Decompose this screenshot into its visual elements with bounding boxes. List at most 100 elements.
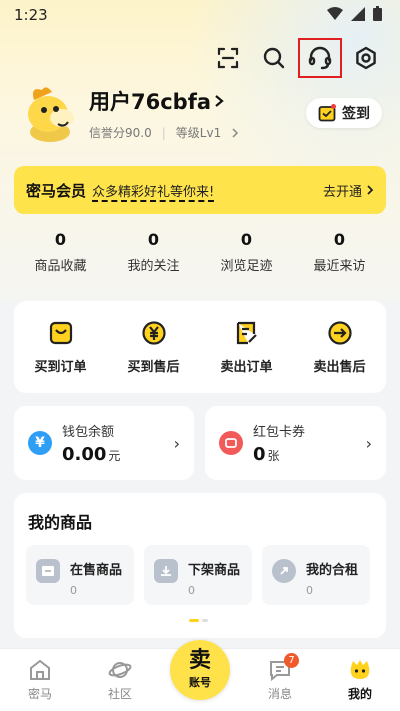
nav-label: 社区 [107,686,132,701]
planet-icon [108,661,132,678]
wallet-unit: 元 [108,449,121,463]
sold-aftersale-button[interactable]: 卖出售后 [293,320,386,375]
status-icons [327,6,382,21]
yen-icon: ¥ [28,431,52,455]
divider: | [161,125,166,140]
coupon-amount: 0 [253,444,266,465]
stat-number: 0 [54,230,67,249]
stat-number: 0 [333,230,346,249]
share-icon [272,559,296,583]
status-time: 1:23 [14,6,48,24]
stat-label: 商品收藏 [34,259,87,274]
settings-icon [356,46,376,70]
bought-aftersale-button[interactable]: 买到售后 [107,320,200,375]
stats-row: 0 商品收藏 0 我的关注 0 浏览足迹 0 最近来访 [14,230,386,280]
nav-mine[interactable]: 我的 [320,649,400,711]
username-text: 用户76cbfa [89,90,212,114]
vip-banner[interactable]: 密马会员 众多精彩好礼等你来! 去开通 [14,166,386,214]
headset-icon [308,46,332,70]
coupon-card[interactable]: 红包卡券 0张 › [205,406,386,480]
wallet-title: 钱包余额 [62,425,115,440]
avatar[interactable] [20,82,80,144]
shared-rent-button[interactable]: 我的合租 0 [262,545,370,605]
customer-service-button[interactable] [298,38,342,78]
goods-label: 在售商品 [70,563,123,578]
nav-label: 消息 [267,686,292,701]
stat-number: 0 [240,230,253,249]
chevron-right-icon: › [173,433,180,453]
order-label: 卖出订单 [220,359,273,375]
goods-label: 下架商品 [188,563,241,578]
wifi-icon [327,6,343,20]
stat-following[interactable]: 0 我的关注 [107,230,200,280]
chevron-right-icon [232,127,239,138]
stat-favorites[interactable]: 0 商品收藏 [14,230,107,280]
order-label: 买到订单 [34,359,87,375]
mascot-face-icon [350,659,370,679]
chevron-right-icon [367,185,374,195]
battery-icon [373,6,382,21]
checkin-label: 签到 [342,106,370,122]
stat-visitors[interactable]: 0 最近来访 [293,230,386,280]
off-shelf-goods-button[interactable]: 下架商品 0 [144,545,252,605]
page-dot [202,619,208,622]
yen-icon [141,320,166,345]
vip-subtitle: 众多精彩好礼等你来! [92,181,215,202]
wallet-text: 钱包余额 0.00 元 [62,421,120,465]
signal-icon [351,6,365,21]
nav-label: 我的 [347,686,372,701]
username[interactable]: 用户76cbfa [89,86,225,116]
coupon-value: 0张 [253,444,305,465]
coupon-text: 红包卡券 0张 [253,421,305,465]
top-actions [204,38,388,78]
chevron-right-icon [215,95,224,107]
goods-count: 0 [70,584,77,597]
edit-list-icon [236,321,257,344]
sold-orders-button[interactable]: 卖出订单 [200,320,293,375]
vip-action-label: 去开通 [322,184,362,200]
goods-title: 我的商品 [28,513,93,532]
checkin-button[interactable]: 签到 [306,98,382,128]
settings-button[interactable] [344,38,388,78]
arrow-circle-icon [327,320,352,345]
wallet-card[interactable]: ¥ 钱包余额 0.00 元 › [14,406,194,480]
search-button[interactable] [252,38,296,78]
user-level: 等级Lv1 [175,126,222,140]
nav-messages[interactable]: 7 消息 [240,649,320,711]
sell-account-button[interactable]: 卖 账号 [170,640,230,700]
my-goods-card: 我的商品 在售商品 0 下架商品 0 我的合租 0 [14,493,386,638]
sell-label: 卖 [188,648,211,673]
download-box-icon [154,559,178,583]
scan-button[interactable] [206,38,250,78]
vip-open-link[interactable]: 去开通 [323,181,374,200]
search-icon [263,47,285,69]
chevron-right-icon: › [365,433,372,453]
ticket-icon [225,438,237,448]
coupon-unit: 张 [267,449,280,463]
calendar-check-icon [318,104,336,122]
message-badge: 7 [284,653,299,668]
bag-icon [49,321,72,344]
stat-history[interactable]: 0 浏览足迹 [200,230,293,280]
credit-score: 信誉分90.0 [89,126,152,140]
order-label: 卖出售后 [313,359,366,375]
nav-home[interactable]: 密马 [0,649,80,711]
coupon-title: 红包卡券 [253,425,306,440]
home-icon [30,659,50,680]
stat-number: 0 [147,230,160,249]
stat-label: 我的关注 [127,259,180,274]
goods-row: 在售商品 0 下架商品 0 我的合租 0 [26,545,370,605]
nav-community[interactable]: 社区 [80,649,160,711]
orders-card: 买到订单 买到售后 卖出订单 卖出售后 [14,301,386,393]
coupon-icon [219,431,243,455]
page-dot-active [189,619,199,622]
user-meta[interactable]: 信誉分90.0 | 等级Lv1 [89,124,239,141]
goods-count: 0 [188,584,195,597]
vip-subtitle-text: 众多精彩好礼等你来! [92,184,215,202]
wallet-value: 0.00 元 [62,444,120,465]
page-indicator [189,619,208,622]
on-sale-goods-button[interactable]: 在售商品 0 [26,545,134,605]
wallet-amount: 0.00 [62,444,107,465]
bought-orders-button[interactable]: 买到订单 [14,320,107,375]
nav-label: 密马 [27,686,52,701]
